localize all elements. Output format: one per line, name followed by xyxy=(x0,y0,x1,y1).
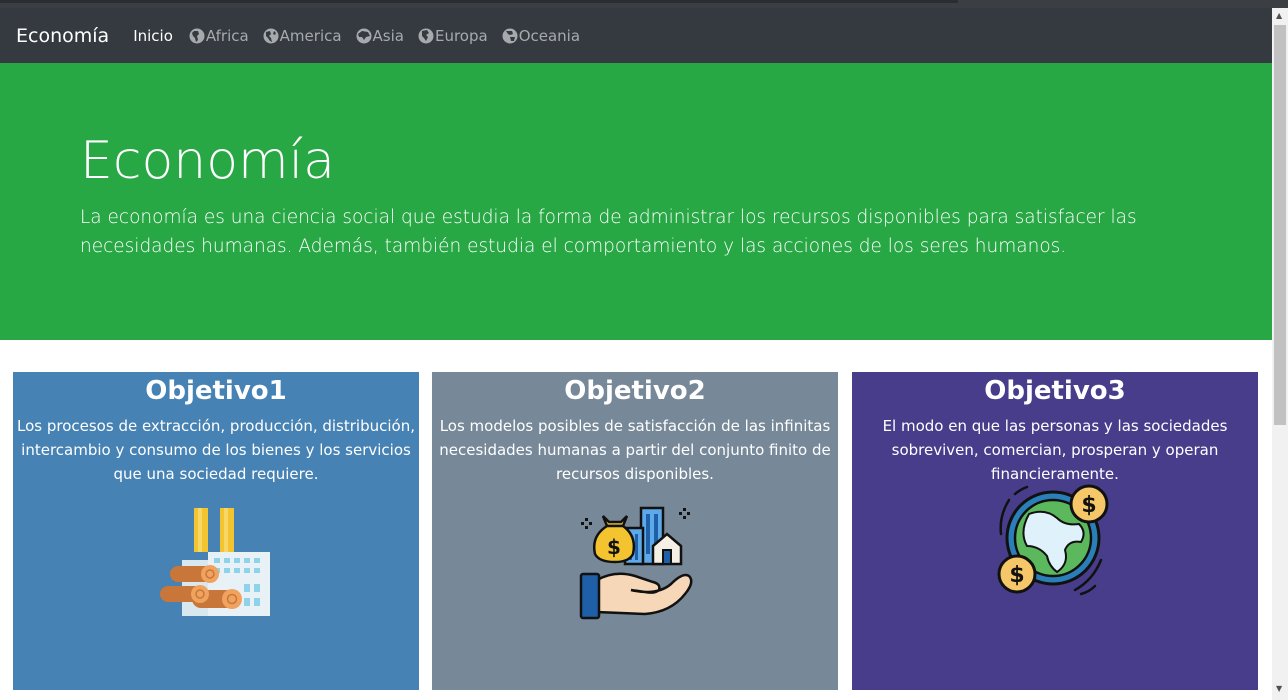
nav-item-africa[interactable]: Africa xyxy=(189,27,249,45)
hand-money-city-icon: $ xyxy=(579,506,693,620)
nav-item-europa[interactable]: Europa xyxy=(418,27,488,45)
globe-africa-icon xyxy=(189,28,205,43)
factory-wood-icon xyxy=(160,508,270,616)
objective-card-2: Objetivo2 Los modelos posibles de satisf… xyxy=(432,372,838,690)
navbar-brand[interactable]: Economía xyxy=(16,25,109,47)
nav-item-label: Inicio xyxy=(133,26,173,45)
nav-item-asia[interactable]: Asia xyxy=(356,27,404,45)
svg-text:$: $ xyxy=(1009,563,1024,588)
navbar: Economía Inicio Africa America Asia Euro… xyxy=(0,8,1272,63)
nav-item-label: Oceania xyxy=(518,26,581,45)
svg-text:$: $ xyxy=(607,535,621,559)
nav-item-label: America xyxy=(279,26,342,45)
hero-title: Economía xyxy=(80,131,335,191)
card-text: El modo en que las personas y las socied… xyxy=(882,417,1228,483)
objective-card-3: Objetivo3 El modo en que las personas y … xyxy=(852,372,1258,690)
card-text: Los modelos posibles de satisfacción de … xyxy=(439,417,831,483)
card-title: Objetivo1 xyxy=(145,376,287,406)
browser-top-strip xyxy=(0,0,1288,8)
hero-description: La economía es una ciencia social que es… xyxy=(80,207,1137,257)
globe-europe-icon xyxy=(418,28,434,43)
card-title: Objetivo2 xyxy=(564,376,706,406)
hero-jumbotron: Economía La economía es una ciencia soci… xyxy=(0,63,1272,340)
svg-text:$: $ xyxy=(1081,493,1096,518)
card-text: Los procesos de extracción, producción, … xyxy=(17,417,415,483)
scrollbar-thumb[interactable] xyxy=(1274,25,1286,425)
objective-card-1: Objetivo1 Los procesos de extracción, pr… xyxy=(13,372,419,690)
nav-item-label: Europa xyxy=(434,26,488,45)
scroll-down-icon[interactable]: ▼ xyxy=(1276,684,1282,694)
nav-item-label: Asia xyxy=(372,26,404,45)
globe-dollar-icon: $ $ xyxy=(997,484,1109,596)
globe-asia-icon xyxy=(356,28,372,43)
nav-item-america[interactable]: America xyxy=(263,27,342,45)
nav-item-inicio[interactable]: Inicio xyxy=(133,27,173,45)
globe-americas-icon xyxy=(263,28,279,43)
scroll-up-icon[interactable]: ▲ xyxy=(1276,11,1282,21)
globe-oceania-icon xyxy=(502,28,518,43)
browser-tab-bar xyxy=(0,0,958,3)
vertical-scrollbar[interactable]: ▲ ▼ xyxy=(1272,8,1288,700)
nav-item-oceania[interactable]: Oceania xyxy=(502,27,580,45)
nav-item-label: Africa xyxy=(205,26,249,45)
card-title: Objetivo3 xyxy=(984,376,1126,406)
